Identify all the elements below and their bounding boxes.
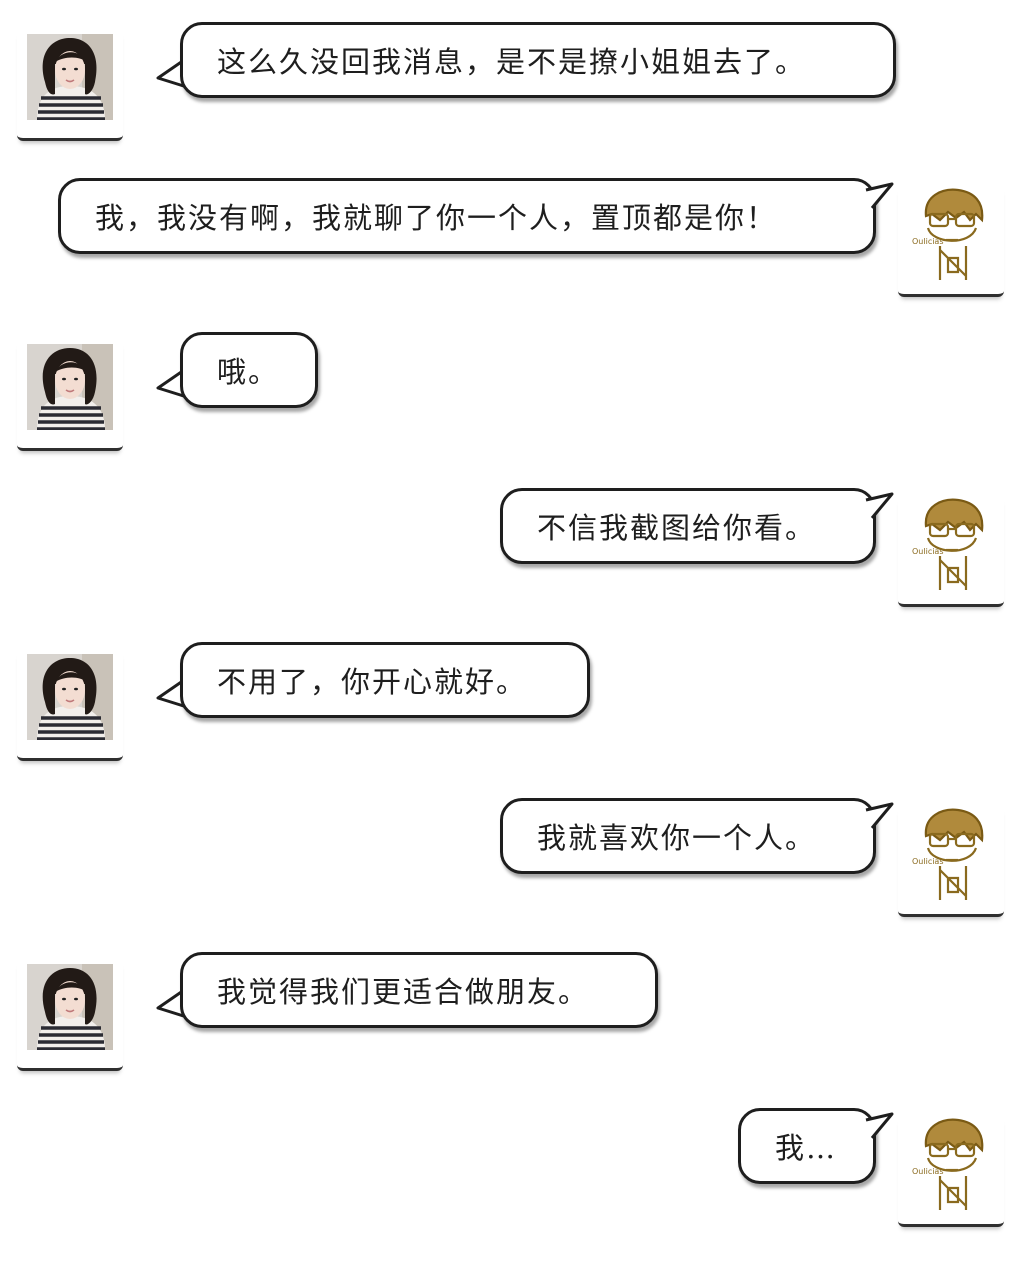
sketch-boy-avatar-icon: Oulicias <box>912 808 992 902</box>
my-avatar[interactable]: Oulicias <box>898 186 1004 297</box>
bubble-tail <box>865 802 894 829</box>
svg-text:Oulicias: Oulicias <box>912 547 944 556</box>
svg-text:Oulicias: Oulicias <box>912 857 944 866</box>
sketch-boy-avatar-icon: Oulicias <box>912 1118 992 1212</box>
my-avatar[interactable]: Oulicias <box>898 496 1004 607</box>
bubble-tail <box>865 1112 894 1139</box>
message-row: 我… Oulicias <box>0 930 1013 1227</box>
sketch-boy-avatar-icon: Oulicias <box>912 498 992 592</box>
sketch-boy-avatar-icon: Oulicias <box>912 188 992 282</box>
svg-text:Oulicias: Oulicias <box>912 1167 944 1176</box>
message-row: 我，我没有啊，我就聊了你一个人，置顶都是你！ Oulicias <box>0 0 1013 297</box>
bubble-tail <box>865 492 894 519</box>
svg-text:Oulicias: Oulicias <box>912 237 944 246</box>
message-row: 我就喜欢你一个人。 Oulicias <box>0 620 1013 917</box>
message-row: 不信我截图给你看。 Oulicias <box>0 310 1013 607</box>
my-avatar[interactable]: Oulicias <box>898 806 1004 917</box>
bubble-tail <box>865 182 894 209</box>
my-avatar[interactable]: Oulicias <box>898 1116 1004 1227</box>
